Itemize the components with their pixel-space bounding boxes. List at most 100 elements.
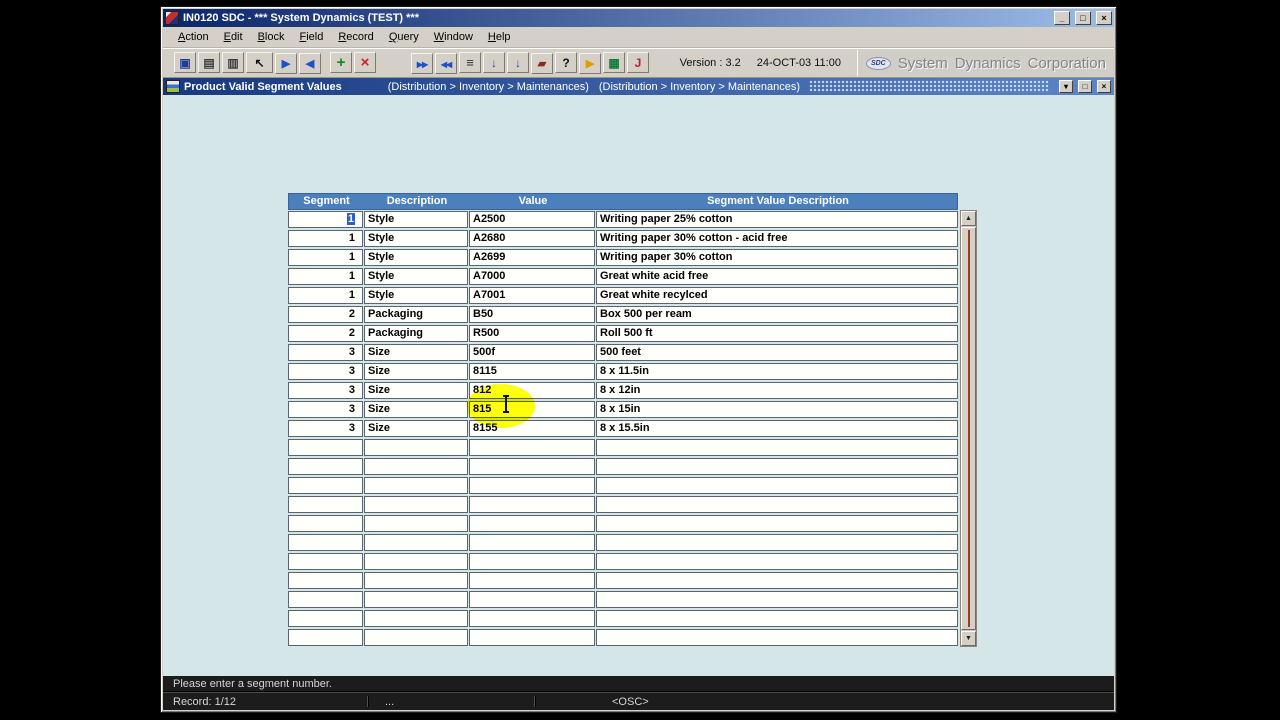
cell-segment[interactable]	[288, 534, 363, 551]
menu-help[interactable]: Help	[481, 29, 518, 45]
table-scrollbar[interactable]: ▲ ▼	[960, 210, 977, 647]
cell-value[interactable]: A7001	[469, 287, 595, 304]
save-button[interactable]: ▣	[174, 52, 196, 74]
cell-description[interactable]: Size	[364, 382, 468, 399]
next-record-button[interactable]: ▶	[275, 52, 297, 74]
cell-segment[interactable]	[288, 553, 363, 570]
cell-description[interactable]	[364, 458, 468, 475]
cell-description[interactable]	[364, 591, 468, 608]
cell-segment[interactable]	[288, 496, 363, 513]
menu-edit[interactable]: Edit	[217, 29, 250, 45]
cell-value-description[interactable]	[596, 572, 958, 589]
import-button[interactable]: ↓	[507, 52, 529, 74]
cell-value[interactable]	[469, 477, 595, 494]
cell-value[interactable]: A2680	[469, 230, 595, 247]
cell-segment[interactable]: 1	[288, 268, 363, 285]
print-setup-button[interactable]: ▥	[222, 52, 244, 74]
execute-query-button[interactable]: ▶	[579, 52, 601, 74]
menu-action[interactable]: Action	[171, 29, 216, 45]
cell-segment[interactable]: 1	[288, 287, 363, 304]
cell-segment[interactable]	[288, 477, 363, 494]
cell-segment[interactable]	[288, 591, 363, 608]
cell-segment[interactable]	[288, 439, 363, 456]
cell-segment[interactable]: 1	[288, 249, 363, 266]
cell-description[interactable]	[364, 534, 468, 551]
previous-record-button[interactable]: ◀	[299, 52, 321, 74]
cell-value[interactable]	[469, 591, 595, 608]
cell-segment[interactable]: 1	[288, 230, 363, 247]
cell-description[interactable]	[364, 610, 468, 627]
cell-value[interactable]	[469, 496, 595, 513]
cell-value[interactable]: R500	[469, 325, 595, 342]
delete-record-button[interactable]: ×	[354, 52, 376, 74]
cell-description[interactable]: Size	[364, 344, 468, 361]
minimize-icon[interactable]: _	[1054, 11, 1070, 25]
cell-value[interactable]	[469, 629, 595, 646]
cell-value-description[interactable]	[596, 553, 958, 570]
window-pin-icon[interactable]: ▾	[1059, 80, 1073, 93]
cell-value-description[interactable]	[596, 515, 958, 532]
cell-value-description[interactable]: Writing paper 30% cotton	[596, 249, 958, 266]
cell-segment[interactable]	[288, 629, 363, 646]
cell-description[interactable]: Style	[364, 287, 468, 304]
cell-value[interactable]: B50	[469, 306, 595, 323]
cell-value-description[interactable]: Writing paper 30% cotton - acid free	[596, 230, 958, 247]
cell-segment[interactable]	[288, 572, 363, 589]
cell-segment[interactable]: 1	[288, 211, 363, 228]
menu-query[interactable]: Query	[382, 29, 426, 45]
cell-value[interactable]	[469, 572, 595, 589]
cell-description[interactable]	[364, 439, 468, 456]
scroll-thumb[interactable]	[961, 227, 976, 630]
cell-value[interactable]	[469, 515, 595, 532]
menu-window[interactable]: Window	[427, 29, 480, 45]
cell-segment[interactable]: 3	[288, 382, 363, 399]
cell-description[interactable]	[364, 553, 468, 570]
clear-record-button[interactable]: ▰	[531, 52, 553, 74]
menu-block[interactable]: Block	[251, 29, 292, 45]
cell-value[interactable]	[469, 534, 595, 551]
cell-segment[interactable]: 3	[288, 363, 363, 380]
cell-description[interactable]: Style	[364, 268, 468, 285]
print-button[interactable]: ▤	[198, 52, 220, 74]
cell-value-description[interactable]: Box 500 per ream	[596, 306, 958, 323]
cell-segment[interactable]	[288, 610, 363, 627]
scroll-track[interactable]	[961, 226, 976, 631]
cell-description[interactable]: Style	[364, 230, 468, 247]
cell-value[interactable]: 500f	[469, 344, 595, 361]
cell-description[interactable]	[364, 477, 468, 494]
cell-segment[interactable]	[288, 515, 363, 532]
cell-value-description[interactable]: 8 x 11.5in	[596, 363, 958, 380]
cell-description[interactable]	[364, 629, 468, 646]
cell-value[interactable]	[469, 458, 595, 475]
cell-description[interactable]: Packaging	[364, 306, 468, 323]
cell-value[interactable]	[469, 553, 595, 570]
cell-value-description[interactable]: 500 feet	[596, 344, 958, 361]
scroll-down-icon[interactable]: ▼	[961, 631, 976, 646]
cell-value[interactable]: A2500	[469, 211, 595, 228]
cell-description[interactable]	[364, 572, 468, 589]
cell-description[interactable]	[364, 496, 468, 513]
list-values-button[interactable]: ≡	[459, 52, 481, 74]
cell-value[interactable]: A2699	[469, 249, 595, 266]
cell-value-description[interactable]: 8 x 15.5in	[596, 420, 958, 437]
cell-segment[interactable]: 3	[288, 420, 363, 437]
cell-value-description[interactable]	[596, 477, 958, 494]
menu-record[interactable]: Record	[331, 29, 380, 45]
cell-value-description[interactable]	[596, 534, 958, 551]
cell-value-description[interactable]	[596, 496, 958, 513]
cell-value-description[interactable]: Roll 500 ft	[596, 325, 958, 342]
cell-segment[interactable]: 2	[288, 325, 363, 342]
menu-field[interactable]: Field	[292, 29, 330, 45]
window-close-icon[interactable]: ×	[1097, 80, 1111, 93]
scroll-up-icon[interactable]: ▲	[961, 211, 976, 226]
insert-record-button[interactable]: +	[330, 52, 352, 74]
cell-segment[interactable]: 3	[288, 344, 363, 361]
cell-value-description[interactable]	[596, 610, 958, 627]
cell-value-description[interactable]	[596, 629, 958, 646]
cell-description[interactable]: Size	[364, 401, 468, 418]
help-button[interactable]: ?	[555, 52, 577, 74]
close-icon[interactable]: ×	[1096, 11, 1112, 25]
cell-value[interactable]	[469, 610, 595, 627]
cell-value[interactable]: A7000	[469, 268, 595, 285]
cell-description[interactable]: Packaging	[364, 325, 468, 342]
